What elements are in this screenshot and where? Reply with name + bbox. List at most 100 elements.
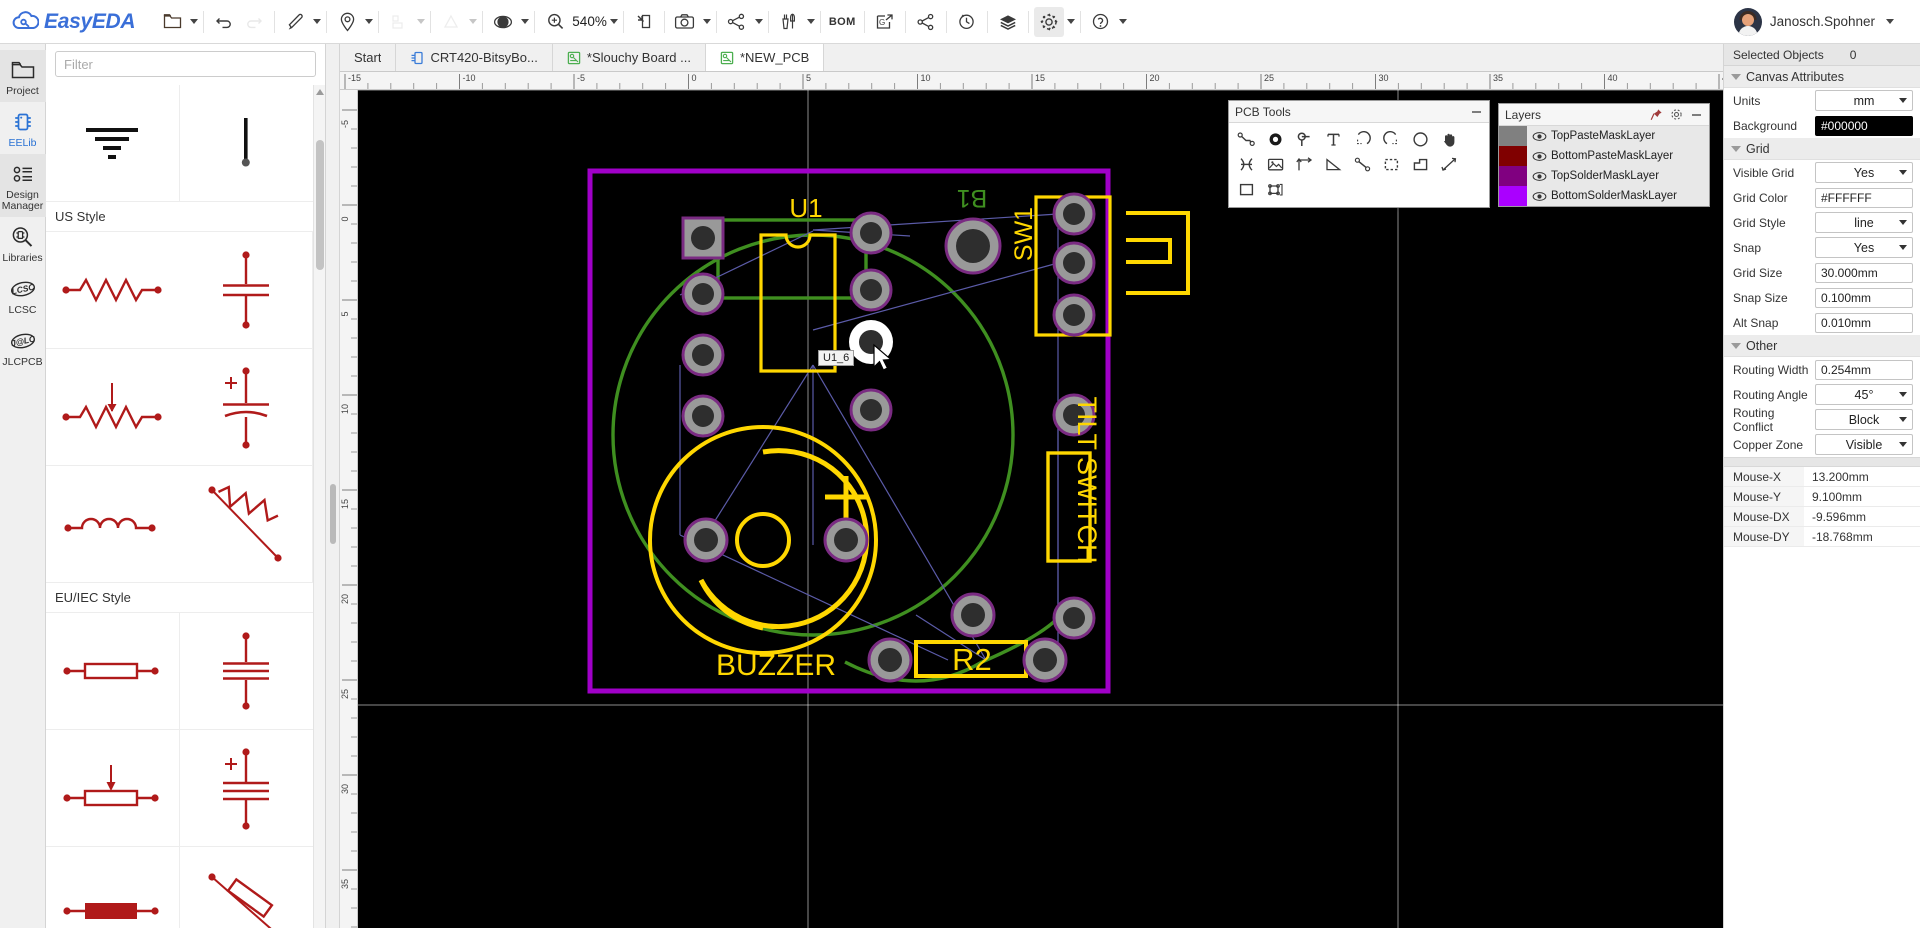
user-menu[interactable]: Janosch.Spohner (1733, 7, 1908, 36)
help-dropdown[interactable] (1118, 19, 1127, 24)
view-visibility-button[interactable] (488, 7, 518, 37)
collapse-triangle-icon[interactable] (1731, 73, 1741, 80)
background-color-field[interactable] (1815, 115, 1913, 136)
sidebar-item-lcsc[interactable]: LCSC LCSC (0, 269, 46, 321)
measure-button[interactable] (436, 7, 466, 37)
group-canvas-attributes[interactable]: Canvas Attributes (1724, 66, 1920, 88)
scrollbar-thumb[interactable] (316, 140, 324, 270)
grid-style-select[interactable]: line (1815, 212, 1913, 233)
tab-crt420[interactable]: CRT420-BitsyBo... (396, 44, 553, 71)
route-button[interactable] (722, 7, 752, 37)
arc-alt-icon[interactable] (1377, 127, 1406, 152)
group-grid[interactable]: Grid (1724, 138, 1920, 160)
library-item[interactable] (46, 85, 180, 202)
arc-icon[interactable] (1348, 127, 1377, 152)
routing-width-field[interactable] (1815, 359, 1913, 380)
rect-icon[interactable] (1232, 177, 1261, 202)
copper-zone-select[interactable]: Visible (1815, 434, 1913, 455)
export-gerber-button[interactable]: G (870, 7, 900, 37)
pad-icon[interactable] (1261, 127, 1290, 152)
panelize-icon[interactable] (1261, 177, 1290, 202)
tab-new-pcb[interactable]: *NEW_PCB (705, 44, 825, 71)
pcb-tools-header[interactable]: PCB Tools (1229, 101, 1489, 123)
horizontal-ruler[interactable]: -15-10-5051015202530354045 (340, 72, 1723, 90)
pcb-canvas[interactable]: U1 B1 SW1 TILT SWITCH BUZZER R2 U1_6 (358, 90, 1723, 928)
tools-button[interactable] (774, 7, 804, 37)
layer-row[interactable]: TopSolderMaskLayer (1499, 166, 1709, 186)
layers-header[interactable]: Layers (1499, 104, 1709, 126)
help-button[interactable] (1086, 7, 1116, 37)
layer-color-swatch[interactable] (1499, 186, 1527, 206)
protractor-icon[interactable] (1348, 152, 1377, 177)
history-button[interactable] (952, 7, 982, 37)
library-item[interactable] (179, 730, 313, 847)
layer-color-swatch[interactable] (1499, 146, 1527, 166)
grid-size-field[interactable] (1815, 262, 1913, 283)
layer-row[interactable]: TopPasteMaskLayer (1499, 126, 1709, 146)
angle-icon[interactable] (1319, 152, 1348, 177)
hole-icon[interactable] (1232, 152, 1261, 177)
hand-icon[interactable] (1435, 127, 1464, 152)
library-item[interactable] (46, 730, 180, 847)
eye-icon[interactable] (1527, 131, 1551, 142)
eye-icon[interactable] (1527, 171, 1551, 182)
route-dropdown[interactable] (754, 19, 763, 24)
place-pin-dropdown[interactable] (365, 19, 374, 24)
routing-conflict-select[interactable]: Block (1815, 409, 1913, 430)
bom-button[interactable]: BOM (826, 7, 859, 37)
zoom-dropdown[interactable] (609, 19, 618, 24)
share-button[interactable] (911, 7, 941, 37)
circle-icon[interactable] (1406, 127, 1435, 152)
eye-icon[interactable] (1527, 191, 1551, 202)
snapshot-button[interactable] (670, 7, 700, 37)
measure-dropdown[interactable] (469, 19, 478, 24)
group-other[interactable]: Other (1724, 335, 1920, 357)
minimize-icon[interactable] (1690, 108, 1703, 121)
search-input[interactable] (55, 51, 316, 77)
units-select[interactable]: mm (1815, 90, 1913, 111)
solid-region-icon[interactable] (1406, 152, 1435, 177)
open-file-dropdown[interactable] (190, 19, 199, 24)
settings-button[interactable] (1033, 6, 1064, 37)
eye-icon[interactable] (1527, 151, 1551, 162)
align-button[interactable] (384, 7, 414, 37)
minimize-icon[interactable] (1470, 105, 1483, 118)
pin-icon[interactable] (1650, 108, 1663, 121)
image-icon[interactable] (1261, 152, 1290, 177)
sidebar-item-project[interactable]: Project (0, 50, 46, 102)
easyeda-logo[interactable]: EasyEDA (12, 10, 136, 34)
library-item[interactable] (46, 847, 180, 928)
library-item[interactable] (179, 232, 313, 349)
snap-size-field[interactable] (1815, 287, 1913, 308)
sidebar-item-eelib[interactable]: EELib (0, 102, 46, 154)
tab-start[interactable]: Start (340, 44, 397, 71)
library-item[interactable] (179, 466, 313, 583)
layer-color-swatch[interactable] (1499, 166, 1527, 186)
zoom-level-label[interactable]: 540% (572, 14, 607, 29)
pen-tool-button[interactable] (280, 7, 310, 37)
visible-grid-select[interactable]: Yes (1815, 162, 1913, 183)
via-icon[interactable] (1290, 127, 1319, 152)
pen-tool-dropdown[interactable] (313, 19, 322, 24)
redo-button[interactable] (239, 7, 269, 37)
routing-angle-select[interactable]: 45° (1815, 384, 1913, 405)
user-menu-caret[interactable] (1886, 19, 1894, 24)
open-file-button[interactable] (157, 7, 187, 37)
zoom-button[interactable] (540, 7, 570, 37)
track-icon[interactable] (1232, 127, 1261, 152)
library-item[interactable] (179, 613, 313, 730)
alt-snap-field[interactable] (1815, 312, 1913, 333)
resize-grip[interactable] (330, 484, 336, 544)
sidebar-item-libraries[interactable]: Libraries (0, 217, 46, 269)
text-icon[interactable] (1319, 127, 1348, 152)
library-item[interactable] (179, 847, 313, 928)
copper-area-icon[interactable] (1377, 152, 1406, 177)
library-item[interactable] (179, 349, 313, 466)
settings-dropdown[interactable] (1066, 19, 1075, 24)
library-item[interactable] (46, 466, 180, 583)
library-item[interactable] (179, 85, 313, 202)
scroll-up-icon[interactable] (316, 89, 324, 95)
layer-row[interactable]: BottomSolderMaskLayer (1499, 186, 1709, 206)
snap-select[interactable]: Yes (1815, 237, 1913, 258)
grid-color-field[interactable] (1815, 187, 1913, 208)
